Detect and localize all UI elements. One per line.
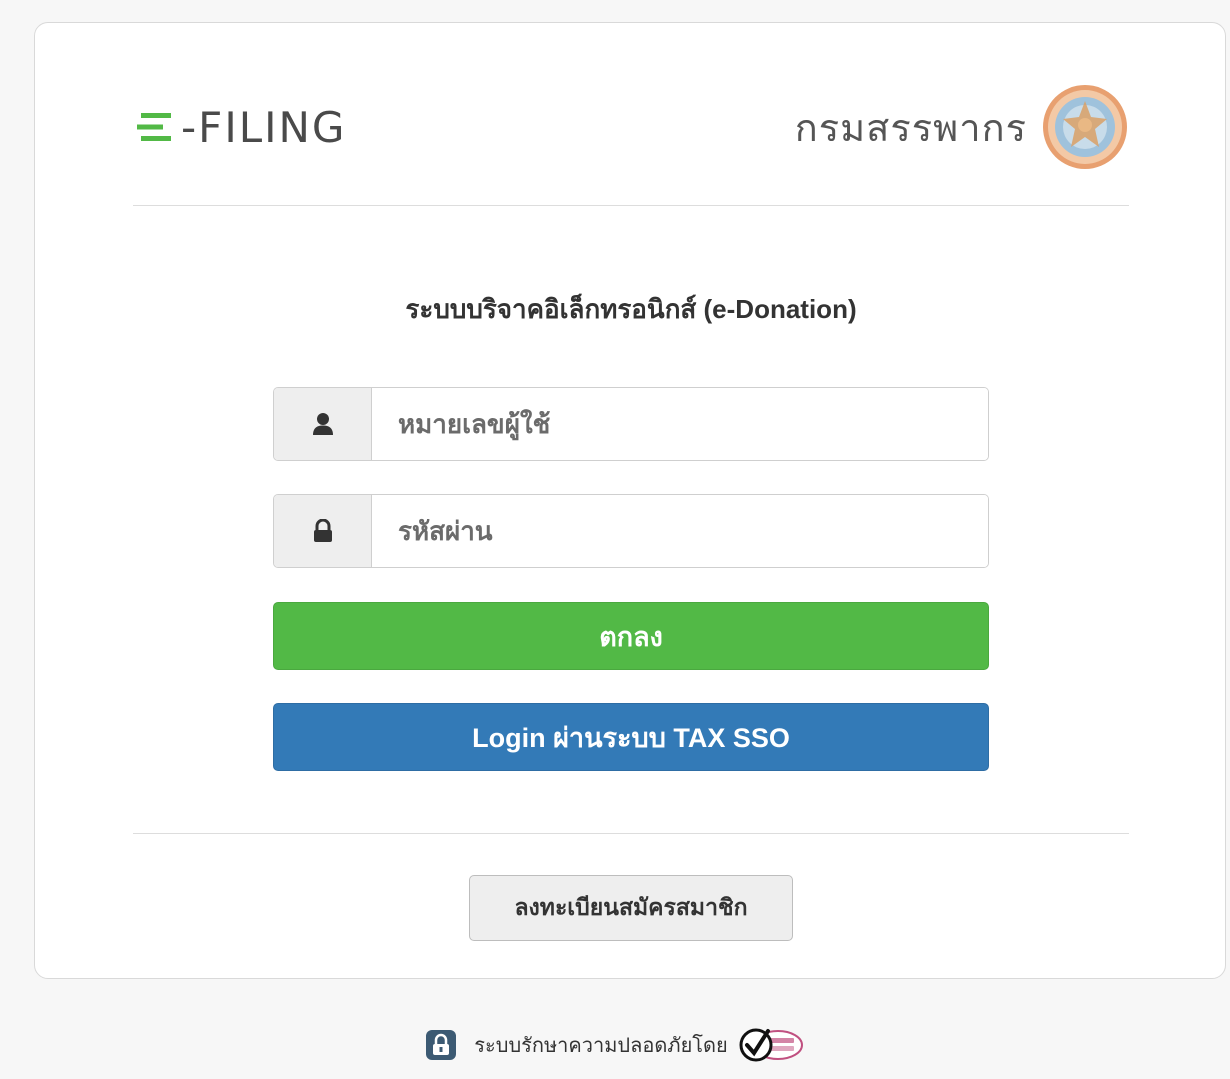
security-footer: ระบบรักษาความปลอดภัยโดย (0, 1022, 1230, 1068)
page: -FILING กรมสรรพากร ระบบบริจาคอิเล็กทรอนิ… (0, 0, 1230, 1079)
username-input-group (273, 387, 989, 461)
tax-sso-login-button[interactable]: Login ผ่านระบบ TAX SSO (273, 703, 989, 771)
security-text: ระบบรักษาความปลอดภัยโดย (474, 1035, 728, 1057)
revenue-department-logo: กรมสรรพากร (795, 83, 1129, 171)
padlock-badge-icon (426, 1030, 457, 1060)
username-input[interactable] (372, 388, 988, 460)
efiling-logo-text: -FILING (181, 102, 347, 152)
revenue-department-seal-icon (1043, 85, 1127, 169)
password-input[interactable] (372, 495, 988, 567)
footer-divider (133, 833, 1129, 834)
submit-button[interactable]: ตกลง (273, 602, 989, 670)
password-addon (274, 495, 372, 567)
register-button[interactable]: ลงทะเบียนสมัครสมาชิก (469, 875, 793, 941)
efiling-logo: -FILING (135, 102, 347, 152)
user-icon (312, 413, 333, 435)
verified-secured-badge-icon[interactable] (738, 1025, 804, 1065)
header-divider (133, 205, 1129, 206)
username-addon (274, 388, 372, 460)
revenue-department-logo-text: กรมสรรพากร (794, 105, 1027, 150)
system-title: ระบบบริจาคอิเล็กทรอนิกส์ (e-Donation) (405, 294, 857, 324)
password-input-group (273, 494, 989, 568)
efiling-e-mark-icon (137, 113, 171, 141)
lock-icon (313, 519, 332, 542)
login-card: -FILING กรมสรรพากร ระบบบริจาคอิเล็กทรอนิ… (34, 22, 1226, 979)
